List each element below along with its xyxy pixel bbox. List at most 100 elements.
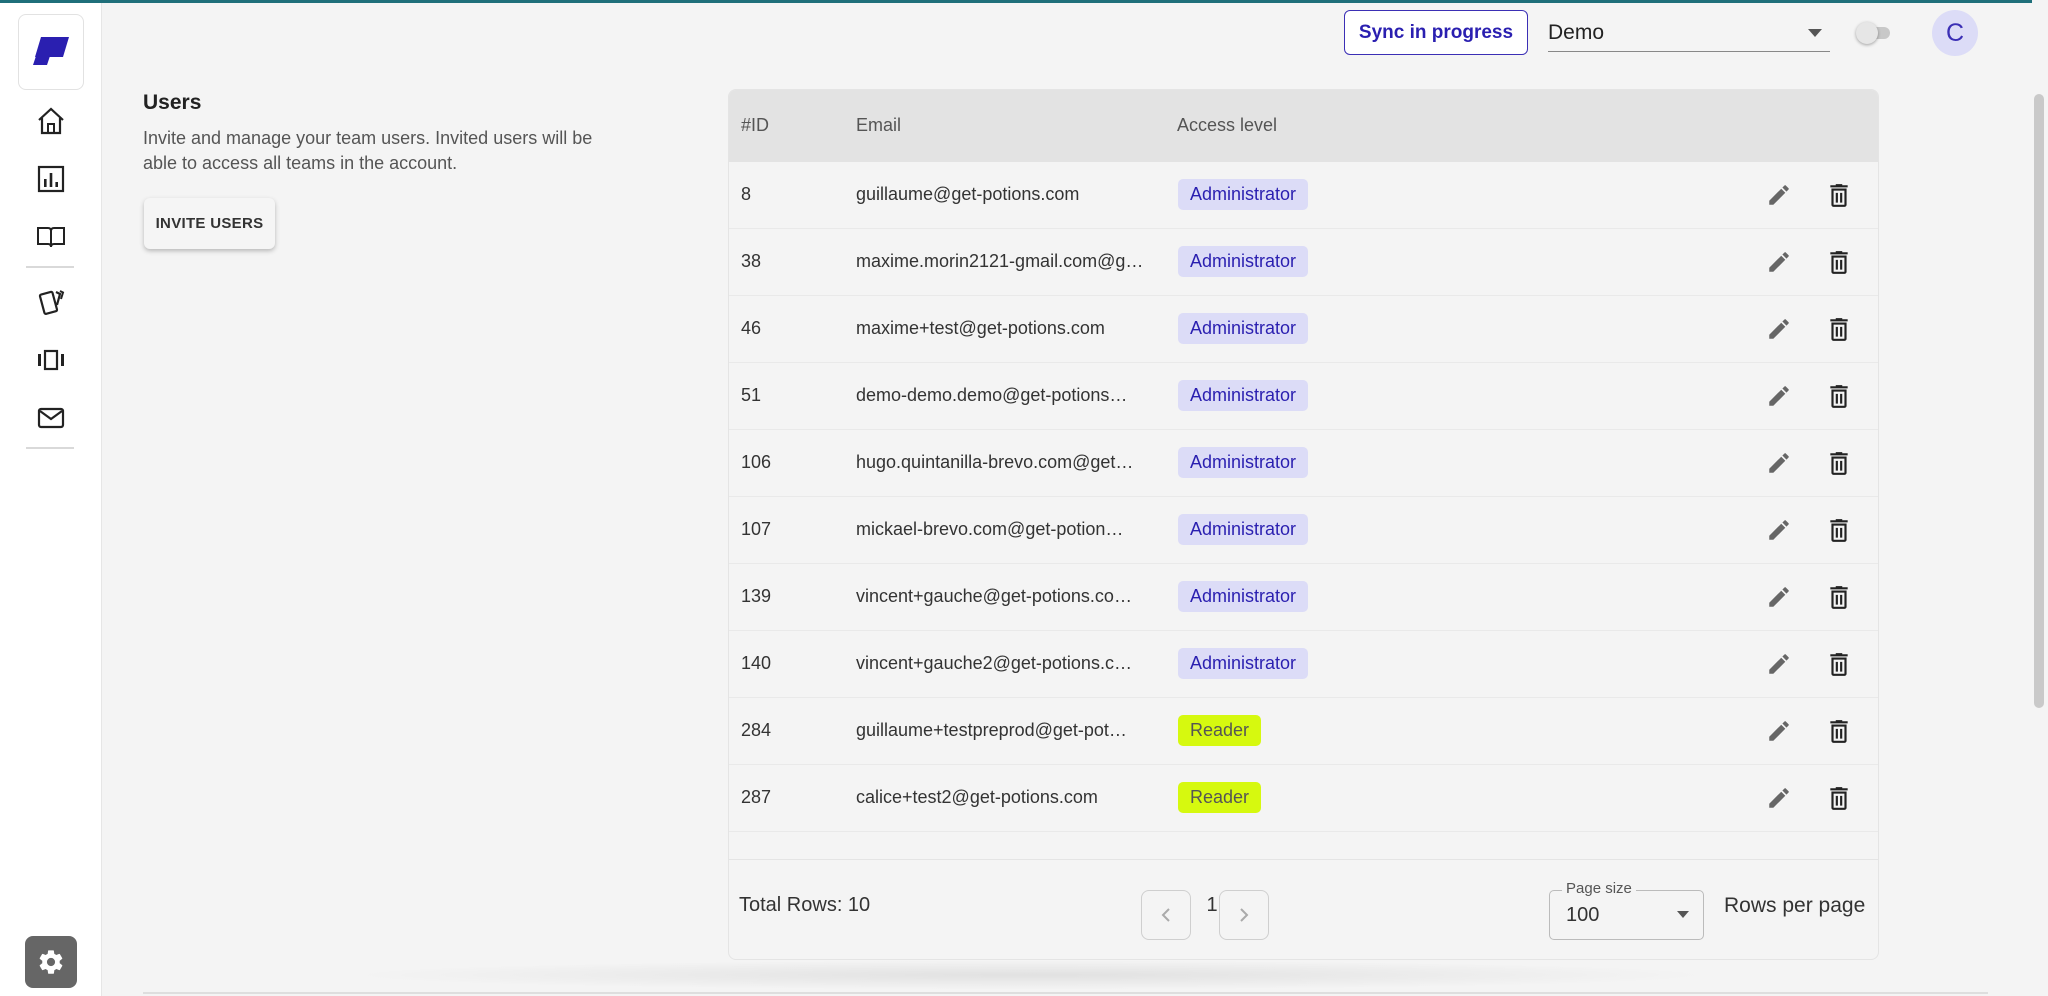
table-header: #ID Email Access level — [729, 90, 1878, 162]
sidebar-item-catalog[interactable] — [29, 215, 73, 259]
table-row: 8 guillaume@get-potions.com Administrator — [729, 162, 1878, 229]
edit-user-button[interactable] — [1762, 379, 1796, 413]
table-row: 107 mickael-brevo.com@get-potion… Administ… — [729, 497, 1878, 564]
pencil-icon — [1769, 721, 1789, 741]
users-table: #ID Email Access level 8 guillaume@get-po… — [728, 89, 1879, 960]
edit-user-button[interactable] — [1762, 647, 1796, 681]
delete-user-button[interactable] — [1822, 446, 1856, 480]
access-level-badge: Administrator — [1178, 380, 1309, 411]
book-icon — [37, 227, 65, 248]
table-row: 46 maxime+test@get-potions.com Administrat… — [729, 296, 1878, 363]
page-size-select[interactable]: Page size 100 — [1549, 880, 1704, 940]
sidebar-item-messages[interactable] — [29, 396, 73, 440]
edit-user-button[interactable] — [1762, 446, 1796, 480]
sidebar — [0, 3, 102, 996]
cell-email: maxime+test@get-potions.com — [856, 318, 1105, 338]
delete-user-button[interactable] — [1822, 379, 1856, 413]
footer-divider — [143, 992, 1988, 994]
page-scrollbar-thumb[interactable] — [2034, 94, 2044, 708]
column-header-email[interactable]: Email — [856, 115, 901, 136]
delete-user-button[interactable] — [1822, 178, 1856, 212]
page-size-value: 100 — [1566, 904, 1600, 926]
column-header-access[interactable]: Access level — [1177, 115, 1277, 136]
access-level-badge: Reader — [1178, 782, 1262, 813]
cell-id: 287 — [741, 787, 772, 807]
cell-id: 38 — [741, 251, 762, 271]
caret-down-icon — [1808, 28, 1822, 37]
team-select-value: Demo — [1548, 20, 1605, 44]
cell-email: vincent+gauche2@get-potions.c… — [856, 653, 1132, 673]
cell-id: 284 — [741, 720, 772, 740]
pencil-icon — [1769, 386, 1789, 406]
edit-user-button[interactable] — [1762, 781, 1796, 815]
top-accent-bar — [0, 0, 2048, 3]
delete-user-button[interactable] — [1822, 714, 1856, 748]
delete-user-button[interactable] — [1822, 647, 1856, 681]
delete-user-button[interactable] — [1822, 580, 1856, 614]
edit-user-button[interactable] — [1762, 513, 1796, 547]
team-select[interactable]: Demo — [1548, 14, 1830, 52]
footer-shadow — [340, 960, 1720, 990]
sidebar-item-analytics[interactable] — [29, 157, 73, 201]
theme-toggle[interactable] — [1856, 22, 1892, 44]
trash-icon — [1830, 184, 1848, 207]
pencil-icon — [1769, 185, 1789, 205]
sidebar-item-carousel[interactable] — [29, 338, 73, 382]
trash-icon — [1830, 251, 1848, 274]
prev-page-button[interactable] — [1141, 890, 1191, 940]
sidebar-item-cards[interactable] — [29, 280, 73, 324]
edit-user-button[interactable] — [1762, 714, 1796, 748]
cards-icon — [38, 290, 65, 315]
column-header-id[interactable]: #ID — [741, 115, 769, 136]
cell-email: calice+test2@get-potions.com — [856, 787, 1098, 807]
carousel-icon — [38, 349, 64, 371]
pencil-icon — [1769, 252, 1789, 272]
next-page-button[interactable] — [1219, 890, 1269, 940]
delete-user-button[interactable] — [1822, 513, 1856, 547]
delete-user-button[interactable] — [1822, 245, 1856, 279]
page-title: Users — [143, 91, 202, 114]
delete-user-button[interactable] — [1822, 781, 1856, 815]
edit-user-button[interactable] — [1762, 178, 1796, 212]
cell-email: hugo.quintanilla-brevo.com@get… — [856, 452, 1134, 472]
page-description: Invite and manage your team users. Invit… — [143, 128, 593, 173]
edit-user-button[interactable] — [1762, 580, 1796, 614]
cell-id: 8 — [741, 184, 752, 204]
cell-email: vincent+gauche@get-potions.co… — [856, 586, 1132, 606]
access-level-badge: Administrator — [1178, 514, 1309, 545]
settings-button[interactable] — [25, 936, 77, 988]
pencil-icon — [1769, 788, 1789, 808]
cell-email: maxime.morin2121-gmail.com@g… — [856, 251, 1144, 271]
cell-email: mickael-brevo.com@get-potion… — [856, 519, 1124, 539]
invite-users-button[interactable]: INVITE USERS — [144, 198, 275, 249]
app-logo[interactable] — [18, 14, 84, 90]
sync-status-button[interactable]: Sync in progress — [1344, 10, 1528, 55]
edit-user-button[interactable] — [1762, 312, 1796, 346]
pencil-icon — [1769, 587, 1789, 607]
cell-id: 139 — [741, 586, 772, 606]
table-row: 284 guillaume+testpreprod@get-pot… Reader — [729, 698, 1878, 765]
table-row: 106 hugo.quintanilla-brevo.com@get… Admini… — [729, 430, 1878, 497]
user-avatar[interactable]: C — [1932, 10, 1978, 56]
access-level-badge: Administrator — [1178, 246, 1309, 277]
sidebar-item-home[interactable] — [29, 99, 73, 143]
gear-icon — [39, 950, 63, 974]
access-level-badge: Administrator — [1178, 447, 1309, 478]
logo-icon — [33, 37, 69, 65]
cell-id: 140 — [741, 653, 772, 673]
delete-user-button[interactable] — [1822, 312, 1856, 346]
pencil-icon — [1769, 654, 1789, 674]
trash-icon — [1830, 318, 1848, 341]
cell-id: 51 — [741, 385, 762, 405]
cell-id: 46 — [741, 318, 762, 338]
trash-icon — [1830, 653, 1848, 676]
edit-user-button[interactable] — [1762, 245, 1796, 279]
table-row: 287 calice+test2@get-potions.com Reader — [729, 765, 1878, 832]
sidebar-divider — [26, 266, 74, 268]
page-size-label: Page size — [1562, 880, 1636, 897]
trash-icon — [1830, 519, 1848, 542]
chevron-left-icon — [1161, 908, 1170, 922]
table-row: 139 vincent+gauche@get-potions.co… Adminis… — [729, 564, 1878, 631]
sidebar-divider — [26, 447, 74, 449]
caret-down-icon — [1677, 911, 1689, 918]
